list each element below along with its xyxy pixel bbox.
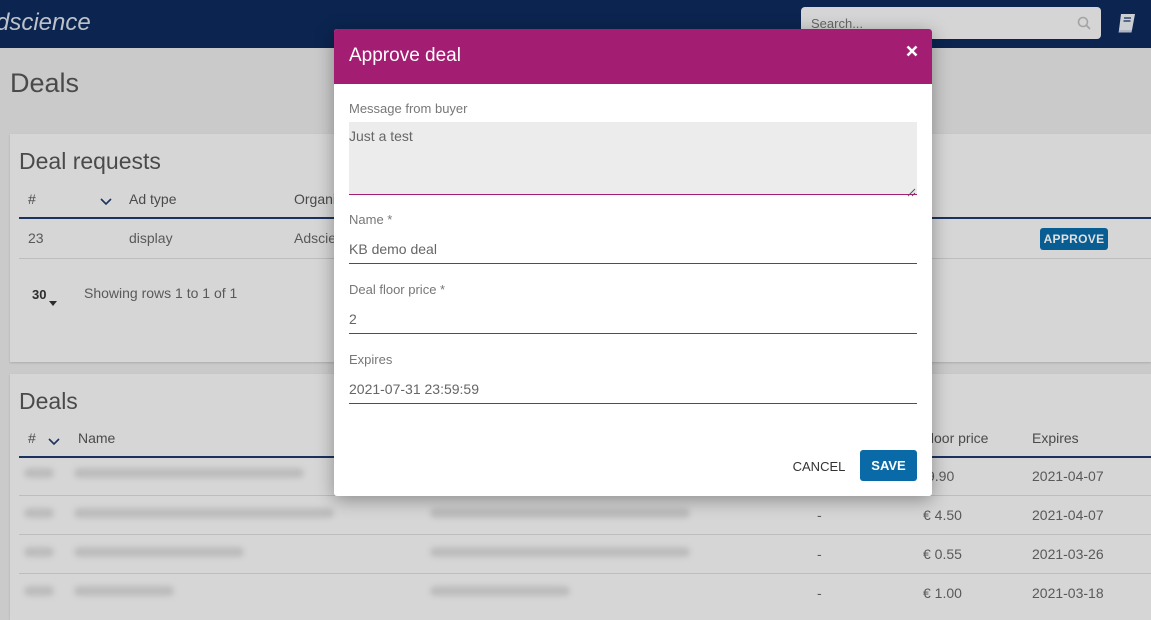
expires-field[interactable]: [349, 374, 917, 404]
name-label: Name *: [349, 212, 393, 227]
message-label: Message from buyer: [349, 101, 468, 116]
resize-handle-icon[interactable]: [907, 184, 916, 202]
cancel-button[interactable]: CANCEL: [789, 451, 849, 481]
name-field[interactable]: [349, 234, 917, 264]
close-icon[interactable]: [906, 45, 918, 60]
floor-price-field[interactable]: [349, 304, 917, 334]
save-button[interactable]: SAVE: [860, 450, 917, 481]
floor-price-label: Deal floor price *: [349, 282, 446, 297]
expires-label: Expires: [349, 352, 393, 367]
message-textarea[interactable]: Just a test: [349, 122, 917, 195]
dialog-header: Approve deal: [334, 29, 932, 84]
approve-deal-dialog: Approve deal Message from buyer Just a t…: [334, 29, 932, 496]
dialog-title: Approve deal: [349, 45, 461, 66]
